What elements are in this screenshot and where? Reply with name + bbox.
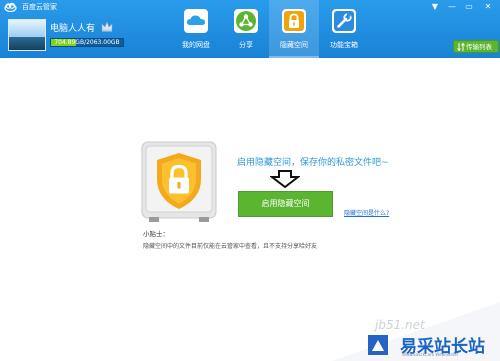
down-arrow-icon: [270, 170, 300, 188]
app-title: 百度云管家: [22, 3, 57, 11]
tip-title: 小贴士：: [143, 230, 169, 238]
tab-share-tile: [234, 9, 258, 33]
watermark-domain: jb51.net: [375, 318, 425, 332]
minimize-button[interactable]: —: [445, 2, 459, 12]
tab-hidden-space-tile: [282, 9, 306, 33]
baidu-cloud-logo-icon: [4, 2, 17, 12]
transfer-list-button[interactable]: 传输列表: [453, 40, 499, 53]
share-icon: [236, 11, 256, 31]
tab-toolbox[interactable]: 功能宝箱: [319, 0, 369, 58]
transfer-arrows-icon: [457, 42, 465, 52]
avatar-landscape: [9, 36, 45, 50]
tip-text: 隐藏空间中的文件目前仅能在云管家中查看，且不支持分享哈好友: [143, 243, 318, 250]
menu-dropdown-button[interactable]: ▼: [428, 2, 442, 12]
cloud-icon: [187, 15, 205, 25]
header-bar: 百度云管家 ▼ — ▭ ✕ 电脑人人有 704.89GB/2063.00GB 我…: [0, 0, 500, 58]
tab-hidden-space-label: 隐藏空间: [280, 41, 308, 49]
tab-my-netdisk[interactable]: 我的网盘: [171, 0, 221, 58]
tab-share[interactable]: 分享: [221, 0, 271, 58]
crown-vip-icon[interactable]: [101, 21, 113, 32]
lock-icon: [284, 11, 304, 31]
tab-my-netdisk-label: 我的网盘: [182, 41, 210, 49]
avatar[interactable]: [8, 19, 46, 51]
tab-share-label: 分享: [239, 41, 253, 49]
tab-hidden-space[interactable]: 隐藏空间: [269, 0, 319, 58]
user-name: 电脑人人有: [50, 24, 96, 34]
storage-quota-text: 704.89GB/2063.00GB: [54, 39, 120, 46]
toolbox-icon: [334, 11, 354, 31]
maximize-button[interactable]: ▭: [462, 2, 476, 12]
safe-shield-lock-icon: [141, 141, 217, 222]
enable-hidden-space-button[interactable]: 启用隐藏空间: [238, 191, 333, 217]
close-button[interactable]: ✕: [481, 2, 495, 12]
transfer-list-label: 传输列表: [466, 43, 492, 51]
tab-toolbox-label: 功能宝箱: [330, 41, 358, 49]
avatar-sky: [9, 20, 45, 37]
tab-my-netdisk-tile: [184, 9, 208, 33]
promo-text: 启用隐藏空间，保存你的私密文件吧~: [237, 158, 389, 168]
tab-toolbox-tile: [332, 9, 356, 33]
what-is-hidden-space-link[interactable]: 隐藏空间是什么?: [344, 208, 389, 217]
watermark-tagline: Www.EasckCom Webmaster: [402, 352, 459, 357]
storage-quota-bar: 704.89GB/2063.00GB: [50, 38, 124, 47]
